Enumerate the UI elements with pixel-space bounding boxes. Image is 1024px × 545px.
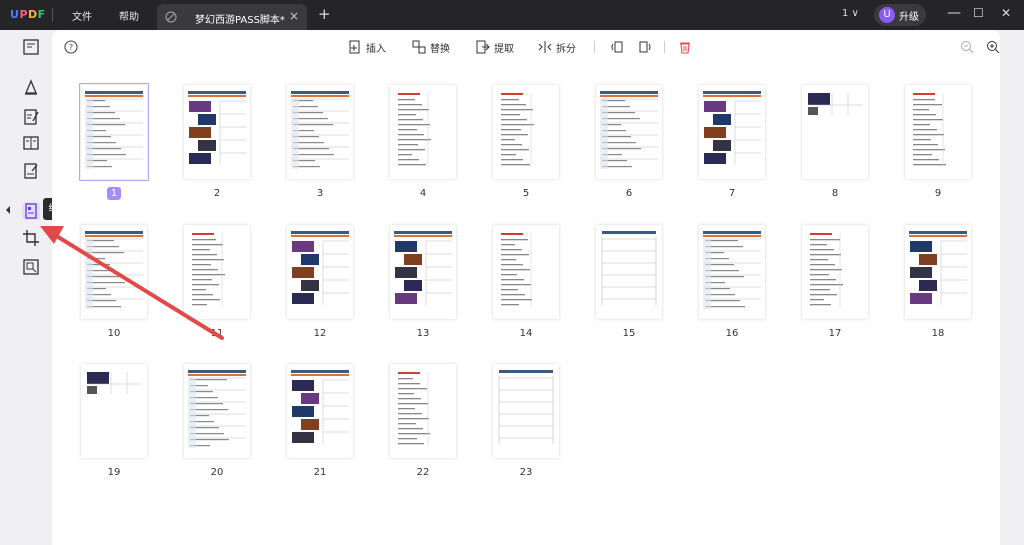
page-thumbnail[interactable] <box>390 85 456 179</box>
page-number-label: 8 <box>831 188 839 199</box>
page-thumbnail[interactable] <box>184 225 250 319</box>
page-thumbnail[interactable] <box>493 225 559 319</box>
minimize-button[interactable]: — <box>947 5 961 21</box>
page-thumbnail[interactable] <box>79 83 149 181</box>
extract-icon <box>476 40 490 54</box>
extract-button[interactable]: 提取 <box>476 39 514 55</box>
page-thumbnail[interactable] <box>390 364 456 458</box>
collapse-handle-icon[interactable] <box>4 204 12 216</box>
page-thumbnail[interactable] <box>287 364 353 458</box>
page-number-label: 23 <box>519 467 533 478</box>
comment-icon[interactable] <box>22 78 40 96</box>
split-button[interactable]: 拆分 <box>538 39 576 55</box>
page-thumbnail[interactable] <box>390 225 456 319</box>
page-thumbnail[interactable] <box>81 364 147 458</box>
menu-file[interactable]: 文件 <box>72 8 92 23</box>
help-icon[interactable]: ? <box>64 40 78 54</box>
menu-help[interactable]: 帮助 <box>119 8 139 23</box>
split-icon <box>538 41 552 53</box>
page-number-label: 15 <box>622 328 636 339</box>
page-count-dropdown[interactable]: 1 ∨ <box>842 8 859 19</box>
page-number-label: 5 <box>522 188 530 199</box>
page-number-label: 12 <box>313 328 327 339</box>
replace-icon <box>412 40 426 54</box>
zoom-in-icon[interactable] <box>986 40 1000 54</box>
tools-icon[interactable] <box>22 258 40 276</box>
left-toolbar <box>0 30 58 545</box>
page-thumbnail[interactable] <box>905 225 971 319</box>
page-number-label: 18 <box>931 328 945 339</box>
page-thumbnail[interactable] <box>905 85 971 179</box>
page-thumbnail[interactable] <box>699 85 765 179</box>
upgrade-label: 升级 <box>899 12 919 23</box>
sign-icon[interactable] <box>22 162 40 180</box>
title-bar: UPDF 文件 帮助 梦幻西游PASS脚本* × + 1 ∨ U 升级 — ☐ … <box>0 0 1024 30</box>
page-thumbnail[interactable] <box>596 225 662 319</box>
page-number-label: 11 <box>210 328 224 339</box>
page-number-label: 4 <box>419 188 427 199</box>
page-number-label: 20 <box>210 467 224 478</box>
toolbar-separator <box>664 41 665 53</box>
svg-text:?: ? <box>69 43 73 52</box>
page-number-label: 2 <box>213 188 221 199</box>
page-number-label: 19 <box>107 467 121 478</box>
extract-label: 提取 <box>494 43 514 55</box>
zoom-out-icon[interactable] <box>960 40 974 54</box>
page-thumbnail[interactable] <box>802 225 868 319</box>
page-number-label: 17 <box>828 328 842 339</box>
page-number-label: 7 <box>728 188 736 199</box>
page-number-label: 10 <box>107 328 121 339</box>
replace-button[interactable]: 替换 <box>412 39 450 55</box>
replace-label: 替换 <box>430 43 450 55</box>
app-logo[interactable]: UPDF <box>10 8 46 21</box>
insert-label: 插入 <box>366 43 386 55</box>
insert-icon <box>349 40 360 54</box>
page-thumbnail[interactable] <box>596 85 662 179</box>
rotate-left-icon[interactable] <box>610 40 624 54</box>
page-number-label: 21 <box>313 467 327 478</box>
title-separator <box>52 8 53 22</box>
maximize-button[interactable]: ☐ <box>973 6 984 20</box>
tab-title: 梦幻西游PASS脚本* <box>195 15 285 26</box>
page-number-label: 3 <box>316 188 324 199</box>
page-thumbnail[interactable] <box>184 85 250 179</box>
crop-icon[interactable] <box>22 229 40 247</box>
tab-close-icon[interactable]: × <box>289 9 299 23</box>
page-number-label: 1 <box>110 188 118 199</box>
page-thumbnail[interactable] <box>287 225 353 319</box>
page-number-label: 22 <box>416 467 430 478</box>
close-window-button[interactable]: ✕ <box>1001 6 1011 20</box>
page-thumbnail[interactable] <box>81 225 147 319</box>
toolbar-separator <box>594 41 595 53</box>
edit-pdf-icon[interactable] <box>22 108 40 126</box>
organize-pages-icon[interactable] <box>22 202 40 220</box>
delete-icon[interactable] <box>678 40 692 54</box>
avatar: U <box>879 7 895 23</box>
page-thumbnail[interactable] <box>493 85 559 179</box>
page-thumbnail[interactable] <box>699 225 765 319</box>
document-tab[interactable]: 梦幻西游PASS脚本* × <box>157 4 307 30</box>
page-number-label: 13 <box>416 328 430 339</box>
document-edit-icon <box>165 11 177 23</box>
page-thumbnail[interactable] <box>184 364 250 458</box>
page-thumbnail[interactable] <box>802 85 868 179</box>
page-number-label: 14 <box>519 328 533 339</box>
split-label: 拆分 <box>556 43 576 55</box>
add-tab-button[interactable]: + <box>318 5 331 23</box>
form-icon[interactable] <box>22 134 40 152</box>
insert-button[interactable]: 插入 <box>348 39 386 55</box>
page-thumbnail[interactable] <box>287 85 353 179</box>
page-thumbnail[interactable] <box>493 364 559 458</box>
page-number-label: 9 <box>934 188 942 199</box>
page-number-label: 16 <box>725 328 739 339</box>
upgrade-button[interactable]: U 升级 <box>874 4 926 26</box>
reader-mode-icon[interactable] <box>22 38 40 56</box>
rotate-right-icon[interactable] <box>638 40 652 54</box>
page-number-label: 6 <box>625 188 633 199</box>
